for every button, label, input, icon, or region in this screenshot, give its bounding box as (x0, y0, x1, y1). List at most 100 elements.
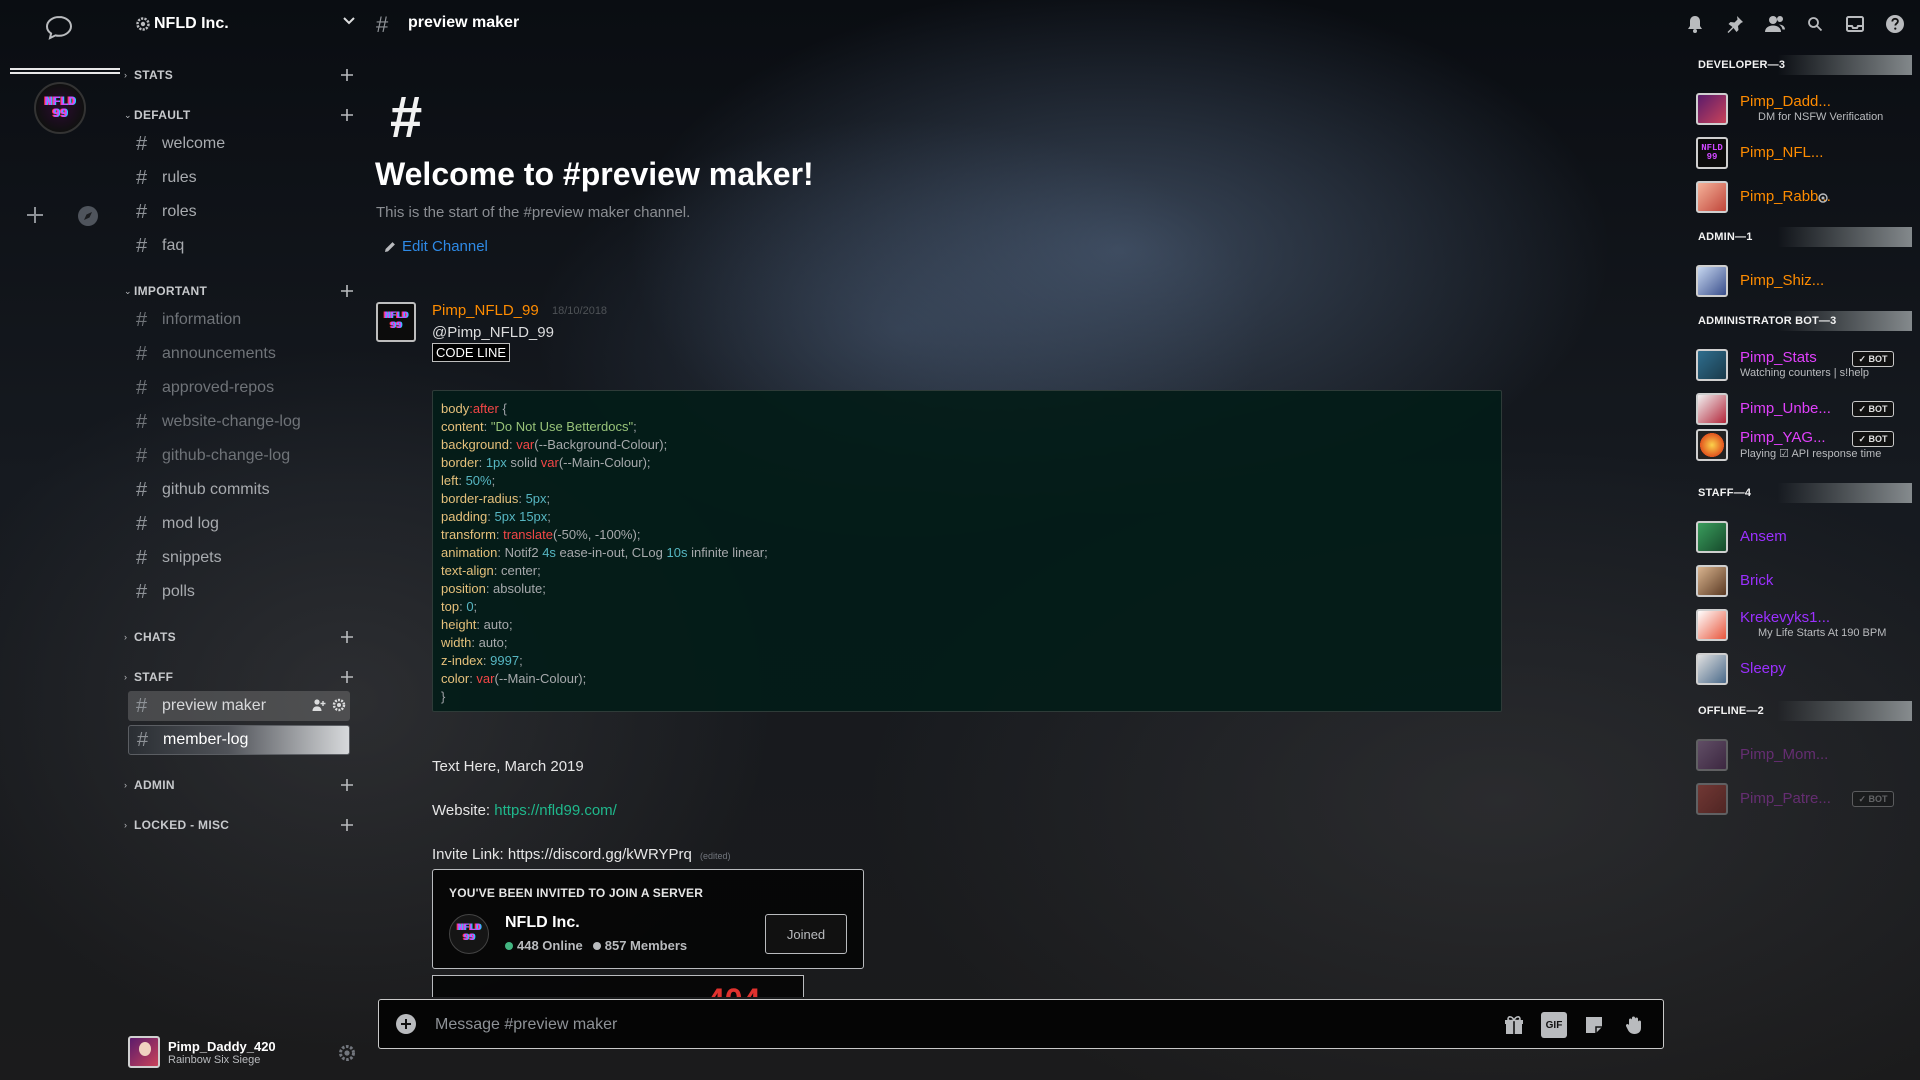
add-channel-icon[interactable] (338, 668, 356, 686)
channel-github-change-log[interactable]: # github-change-log (128, 441, 350, 471)
message-text-date: Text Here, March 2019 (432, 758, 584, 775)
hash-icon: # (136, 200, 148, 223)
member-status: DM for NSFW Verification (1758, 111, 1884, 123)
sticker-icon[interactable] (1581, 1012, 1607, 1038)
compass-icon[interactable] (76, 204, 100, 228)
message-website-line: Website: https://nfld99.com/ (432, 802, 617, 819)
member-name: Pimp_Shiz... (1740, 272, 1825, 289)
online-count-text: 448 Online (517, 938, 583, 953)
member-list: DEVELOPER—3 Pimp_Dadd... DM for NSFW Ver… (1688, 0, 1920, 1080)
member-item[interactable]: Pimp_Dadd... DM for NSFW Verification (1696, 89, 1916, 129)
channel-welcome[interactable]: # welcome (128, 129, 350, 159)
code-line: width: auto; (441, 635, 508, 650)
add-channel-icon[interactable] (338, 776, 356, 794)
hash-icon: # (136, 308, 148, 331)
server-name: NFLD Inc. (154, 15, 229, 32)
channel-snippets[interactable]: # snippets (128, 543, 350, 573)
gift-icon[interactable] (1501, 1012, 1527, 1038)
role-header-developer: DEVELOPER—3 (1688, 55, 1912, 75)
member-item[interactable]: Pimp_Mom... (1696, 735, 1916, 775)
channel-member-log[interactable]: # member-log (128, 725, 350, 755)
avatar: NFLD 99 (1696, 137, 1728, 169)
bot-badge: ✓ BOT (1852, 791, 1894, 807)
channel-faq[interactable]: # faq (128, 231, 350, 261)
category-default[interactable]: ⌄ DEFAULT (124, 106, 356, 124)
message-invite-line: Invite Link: https://discord.gg/kWRYPrq … (432, 846, 731, 863)
add-channel-icon[interactable] (338, 282, 356, 300)
partial-embed-card: 404 (432, 975, 804, 997)
category-locked-misc[interactable]: › LOCKED - MISC (124, 816, 356, 834)
add-channel-icon[interactable] (338, 106, 356, 124)
category-admin[interactable]: › ADMIN (124, 776, 356, 794)
code-line: content: "Do Not Use Betterdocs"; (441, 419, 637, 434)
channel-roles[interactable]: # roles (128, 197, 350, 227)
gif-icon[interactable]: GIF (1541, 1012, 1567, 1038)
member-count-text: 857 Members (604, 938, 688, 953)
member-item[interactable]: Ansem (1696, 517, 1916, 557)
add-server-icon[interactable] (24, 204, 46, 226)
message-input[interactable] (435, 1012, 1335, 1038)
member-item[interactable]: Pimp_Unbe... ✓ BOT (1696, 389, 1916, 429)
channel-github-commits[interactable]: # github commits (128, 475, 350, 505)
avatar (1696, 653, 1728, 685)
member-item[interactable]: Sleepy (1696, 649, 1916, 689)
channel-approved-repos[interactable]: # approved-repos (128, 373, 350, 403)
message-mention[interactable]: @Pimp_NFLD_99 (432, 324, 554, 341)
edit-channel-label: Edit Channel (402, 238, 488, 255)
upload-plus-icon[interactable] (395, 1013, 417, 1035)
channel-name: announcements (162, 345, 276, 362)
hash-icon: # (136, 580, 148, 603)
avatar (1696, 181, 1728, 213)
channel-announcements[interactable]: # announcements (128, 339, 350, 369)
category-staff[interactable]: › STAFF (124, 668, 356, 686)
invite-server-name: NFLD Inc. (505, 914, 580, 931)
edit-channel-link[interactable]: Edit Channel (384, 238, 488, 255)
channel-name: snippets (162, 549, 222, 566)
code-block: body:after { content: "Do Not Use Better… (432, 390, 1502, 712)
member-name: Pimp_Mom... (1740, 746, 1829, 763)
channel-website-change-log[interactable]: # website-change-log (128, 407, 350, 437)
add-channel-icon[interactable] (338, 628, 356, 646)
gear-icon[interactable] (332, 698, 346, 712)
category-important[interactable]: ⌄ IMPORTANT (124, 282, 356, 300)
server-header[interactable]: NFLD Inc. (136, 10, 356, 38)
channel-name: approved-repos (162, 379, 275, 396)
channel-sidebar: NFLD Inc. › STATS ⌄ DEFAULT # welcome # ru… (124, 0, 356, 1080)
member-item[interactable]: Pimp_Rabb... (1696, 177, 1916, 217)
channel-name: polls (162, 583, 195, 600)
member-item[interactable]: Pimp_Patre... ✓ BOT (1696, 779, 1916, 819)
hash-icon: # (136, 234, 148, 257)
member-item[interactable]: Pimp_Stats ✓ BOT Watching counters | s!h… (1696, 345, 1916, 385)
category-stats[interactable]: › STATS (124, 66, 356, 84)
member-item[interactable]: Krekevyks1... My Life Starts At 190 BPM (1696, 605, 1916, 645)
add-channel-icon[interactable] (338, 66, 356, 84)
channel-preview-maker[interactable]: # preview maker (128, 691, 350, 721)
channel-polls[interactable]: # polls (128, 577, 350, 607)
avatar (1696, 393, 1728, 425)
joined-button[interactable]: Joined (765, 914, 847, 954)
avatar[interactable] (128, 1036, 160, 1068)
code-line: height: auto; (441, 617, 513, 632)
member-item[interactable]: Brick (1696, 561, 1916, 601)
message-author[interactable]: Pimp_NFLD_99 (432, 302, 539, 319)
invite-link[interactable]: https://discord.gg/kWRYPrq (508, 846, 692, 863)
message-avatar[interactable]: NFLD 99 (376, 302, 416, 342)
member-item[interactable]: Pimp_Shiz... (1696, 261, 1916, 301)
chat-bubble-icon[interactable] (44, 14, 74, 40)
member-item[interactable]: Pimp_YAG... ✓ BOT Playing ☑ API response… (1696, 425, 1916, 465)
member-item[interactable]: NFLD 99 Pimp_NFL... (1696, 133, 1916, 173)
member-name: Pimp_NFL... (1740, 144, 1824, 161)
website-link[interactable]: https://nfld99.com/ (494, 802, 617, 819)
user-activity: Rainbow Six Siege (168, 1053, 261, 1066)
guild-nfld[interactable]: NFLD 99 (34, 82, 86, 134)
category-chats[interactable]: › CHATS (124, 628, 356, 646)
channel-mod-log[interactable]: # mod log (128, 509, 350, 539)
chevron-down-icon[interactable] (342, 16, 356, 26)
settings-gear-icon[interactable] (338, 1044, 356, 1062)
channel-rules[interactable]: # rules (128, 163, 350, 193)
invite-member-icon[interactable] (312, 698, 326, 712)
emoji-hand-icon[interactable] (1621, 1012, 1647, 1038)
partial-embed-number: 404 (707, 982, 760, 997)
channel-information[interactable]: # information (128, 305, 350, 335)
add-channel-icon[interactable] (338, 816, 356, 834)
